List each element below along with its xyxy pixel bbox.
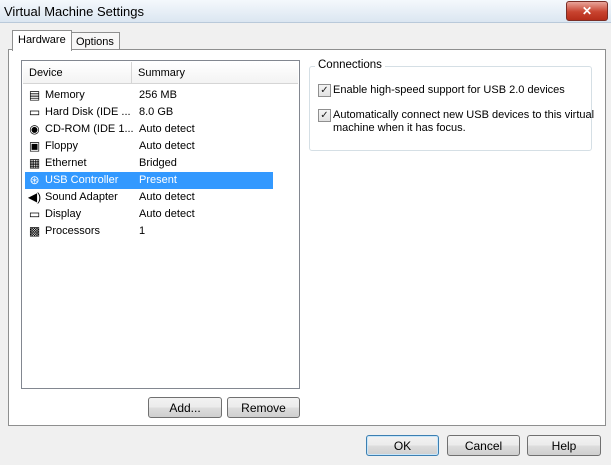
ok-button[interactable]: OK: [366, 435, 439, 456]
device-name: Floppy: [45, 140, 79, 152]
ok-button-label: OK: [393, 439, 412, 453]
device-row[interactable]: ⊛ USB Controller Present: [25, 172, 273, 189]
device-name: Ethernet: [45, 157, 87, 169]
device-summary: Auto detect: [139, 191, 195, 203]
device-name: Memory: [45, 89, 85, 101]
device-row[interactable]: ◀) Sound Adapter Auto detect: [25, 189, 273, 206]
device-name: Sound Adapter: [45, 191, 118, 203]
device-summary: Auto detect: [139, 140, 195, 152]
speaker-icon: ◀): [27, 190, 42, 204]
cdrom-icon: ◉: [29, 122, 40, 136]
device-row[interactable]: ▭ Display Auto detect: [25, 206, 273, 223]
device-row[interactable]: ◉ CD-ROM (IDE 1... Auto detect: [25, 121, 273, 138]
title-bar: Virtual Machine Settings ✕: [0, 0, 611, 23]
help-button[interactable]: Help: [527, 435, 601, 456]
device-row[interactable]: ▣ Floppy Auto detect: [25, 138, 273, 155]
connections-title: Connections: [315, 59, 385, 71]
column-header-summary[interactable]: Summary: [132, 62, 298, 84]
check-icon: ✓: [320, 110, 329, 121]
device-name: CD-ROM (IDE 1...: [45, 123, 133, 135]
auto-connect-label-line1[interactable]: Automatically connect new USB devices to…: [333, 108, 594, 122]
close-icon: ✕: [581, 4, 593, 18]
device-name: Hard Disk (IDE ...: [45, 106, 131, 118]
tab-hardware[interactable]: Hardware: [12, 30, 72, 51]
processor-icon: ▩: [28, 224, 41, 238]
cancel-button[interactable]: Cancel: [447, 435, 520, 456]
add-button-label: Add...: [169, 401, 201, 415]
device-row[interactable]: ▩ Processors 1: [25, 223, 273, 240]
remove-button[interactable]: Remove: [227, 397, 300, 418]
add-button[interactable]: Add...: [148, 397, 222, 418]
device-summary: 256 MB: [139, 89, 177, 101]
enable-usb2-checkbox[interactable]: ✓: [318, 84, 331, 97]
tab-hardware-label: Hardware: [18, 34, 66, 46]
window-title: Virtual Machine Settings: [4, 4, 144, 19]
auto-connect-label-line2[interactable]: machine when it has focus.: [333, 121, 466, 135]
device-summary: Present: [139, 174, 177, 186]
hard-disk-icon: ▭: [28, 105, 41, 119]
ethernet-icon: ▦: [28, 156, 41, 170]
memory-icon: ▤: [28, 88, 41, 102]
device-summary: 8.0 GB: [139, 106, 174, 118]
help-button-label: Help: [551, 439, 577, 453]
usb-icon: ⊛: [29, 173, 40, 187]
cancel-button-label: Cancel: [464, 439, 503, 453]
auto-connect-checkbox[interactable]: ✓: [318, 109, 331, 122]
device-row[interactable]: ▦ Ethernet Bridged: [25, 155, 273, 172]
remove-button-label: Remove: [241, 401, 286, 415]
device-summary: Auto detect: [139, 123, 195, 135]
device-summary: Bridged: [139, 157, 177, 169]
device-row[interactable]: ▭ Hard Disk (IDE ... 8.0 GB: [25, 104, 273, 121]
floppy-icon: ▣: [28, 139, 41, 153]
device-name: Processors: [45, 225, 101, 237]
device-row[interactable]: ▤ Memory 256 MB: [25, 87, 273, 104]
column-header-device[interactable]: Device: [23, 62, 132, 84]
device-name: USB Controller: [45, 174, 119, 186]
device-summary: Auto detect: [139, 208, 195, 220]
enable-usb2-label[interactable]: Enable high-speed support for USB 2.0 de…: [333, 83, 565, 97]
check-icon: ✓: [320, 85, 329, 96]
monitor-icon: ▭: [28, 207, 41, 221]
device-summary: 1: [139, 225, 146, 237]
device-name: Display: [45, 208, 82, 220]
tab-options-label: Options: [76, 36, 114, 48]
device-list[interactable]: Device Summary ▤ Memory 256 MB ▭ Hard Disk (…: [21, 60, 300, 389]
close-button[interactable]: ✕: [566, 1, 608, 21]
